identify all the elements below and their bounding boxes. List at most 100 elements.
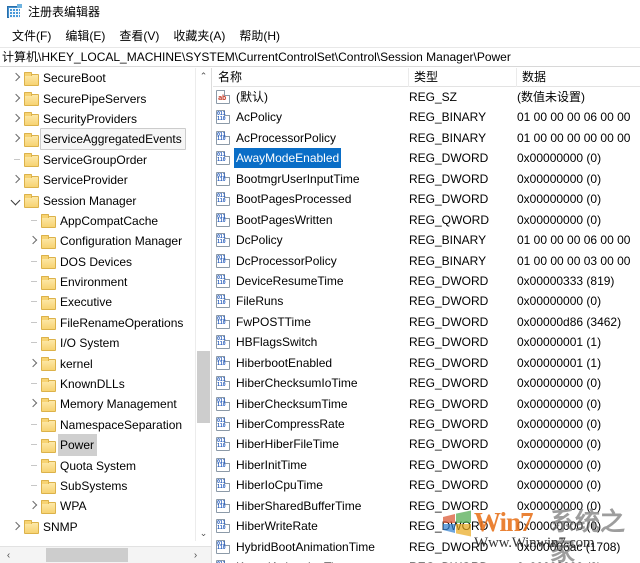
tree-scroll-down-arrow[interactable]: ⌄ — [196, 525, 211, 541]
value-type: REG_DWORD — [409, 151, 489, 166]
table-row[interactable]: ab (默认) REG_SZ (数值未设置) — [213, 87, 640, 107]
folder-icon — [24, 520, 39, 535]
column-header-type[interactable]: 类型 — [409, 68, 517, 87]
menu-help[interactable]: 帮助(H) — [232, 25, 287, 47]
tree-node[interactable]: SecurePipeServers — [0, 88, 196, 108]
tree-horizontal-scroll-thumb[interactable] — [46, 548, 128, 562]
tree-node[interactable]: SecurityProviders — [0, 109, 196, 129]
string-value-icon: ab — [216, 90, 231, 104]
value-type: REG_BINARY — [409, 110, 487, 125]
value-name: HiberbootEnabled — [236, 355, 333, 370]
value-type: REG_DWORD — [409, 557, 488, 563]
tree-node-label: I/O System — [60, 336, 120, 351]
table-row[interactable]: 011 110 HiberbootEnabled REG_DWORD 0x0000000… — [213, 353, 640, 373]
tree-line-icon — [25, 252, 41, 272]
column-header-data[interactable]: 数据 — [517, 68, 640, 87]
column-header-name[interactable]: 名称 — [213, 68, 409, 87]
table-row[interactable]: 011 110 AcPolicy REG_BINARY 01 00 00 00 06 0… — [213, 107, 640, 127]
value-type: REG_DWORD — [409, 478, 489, 493]
folder-icon — [41, 397, 56, 412]
tree-node[interactable]: FileRenameOperations — [0, 313, 196, 333]
chevron-right-icon[interactable] — [25, 496, 41, 516]
tree-node[interactable]: NamespaceSeparation — [0, 415, 196, 435]
tree-vertical-scrollbar[interactable]: ⌃ ⌄ — [195, 68, 210, 541]
chevron-right-icon[interactable] — [8, 170, 24, 190]
chevron-right-icon[interactable] — [8, 68, 24, 88]
table-row[interactable]: 011 110 BootmgrUserInputTime REG_DWORD 0x000… — [213, 169, 640, 189]
tree-node[interactable]: ServiceAggregatedEvents — [0, 128, 196, 151]
chevron-right-icon[interactable] — [8, 89, 24, 109]
binary-value-icon: 011110 — [216, 233, 231, 248]
address-bar[interactable]: 计算机\HKEY_LOCAL_MACHINE\SYSTEM\CurrentCon… — [0, 47, 640, 67]
table-row[interactable]: 011 110 HiberChecksumTime REG_DWORD 0x000000… — [213, 394, 640, 414]
tree-node[interactable]: Session Manager — [0, 190, 196, 210]
chevron-right-icon[interactable] — [25, 394, 41, 414]
value-type: REG_DWORD — [409, 335, 489, 350]
table-row[interactable]: 011 110 HiberSharedBufferTime REG_DWORD 0x00… — [213, 496, 640, 516]
table-row[interactable]: 011 110 HybridBootAnimationTime REG_DWORD 0x… — [213, 537, 640, 557]
tree-node-label: SecurityProviders — [43, 111, 138, 126]
table-row[interactable]: 011 110 HiberHiberFileTime REG_DWORD 0x00000… — [213, 434, 640, 454]
tree-node[interactable]: DOS Devices — [0, 252, 196, 272]
table-row[interactable]: 011 110 HiberChecksumIoTime REG_DWORD 0x0000… — [213, 373, 640, 393]
table-row[interactable]: 011 110 DeviceResumeTime REG_DWORD 0x0000033… — [213, 271, 640, 291]
menu-view[interactable]: 查看(V) — [112, 25, 166, 47]
folder-icon — [41, 234, 56, 249]
tree-node[interactable]: AppCompatCache — [0, 211, 196, 231]
tree-node[interactable]: SubSystems — [0, 476, 196, 496]
registry-values-list[interactable]: ab (默认) REG_SZ (数值未设置) 011 110 AcPolicy REG_BIN… — [213, 87, 640, 563]
chevron-right-icon[interactable] — [25, 231, 41, 251]
tree-scroll-left-arrow[interactable]: ‹ — [0, 547, 17, 563]
binary-value-icon: 011110 — [216, 376, 231, 391]
binary-value-icon: 011110 — [216, 355, 231, 370]
chevron-down-icon[interactable] — [8, 191, 24, 211]
tree-node[interactable]: Environment — [0, 272, 196, 292]
menu-edit[interactable]: 编辑(E) — [58, 25, 112, 47]
tree-node[interactable]: SQMServiceList — [0, 537, 196, 541]
tree-node[interactable]: ServiceProvider — [0, 170, 196, 190]
table-row[interactable]: 011 110 AwayModeEnabled REG_DWORD 0x00000000… — [213, 148, 640, 169]
tree-node[interactable]: Executive — [0, 292, 196, 312]
tree-scroll-up-arrow[interactable]: ⌃ — [196, 68, 211, 84]
value-type: REG_DWORD — [409, 171, 489, 186]
table-row[interactable]: 011 110 FileRuns REG_DWORD 0x00000000 (0) — [213, 291, 640, 311]
tree-node-label: AppCompatCache — [60, 213, 159, 228]
table-row[interactable]: 011 110 AcProcessorPolicy REG_BINARY 01 00 0… — [213, 128, 640, 148]
tree-node[interactable]: Memory Management — [0, 394, 196, 414]
table-row[interactable]: 011 110 HBFlagsSwitch REG_DWORD 0x00000001 (… — [213, 332, 640, 352]
table-row[interactable]: 011 110 BootPagesWritten REG_QWORD 0x0000000… — [213, 210, 640, 230]
tree-node[interactable]: KnownDLLs — [0, 374, 196, 394]
tree-horizontal-scrollbar[interactable]: ‹ › — [0, 546, 211, 563]
chevron-right-icon[interactable] — [8, 517, 24, 537]
value-name: DeviceResumeTime — [236, 273, 344, 288]
tree-node[interactable]: I/O System — [0, 333, 196, 353]
tree-vertical-scroll-thumb[interactable] — [197, 351, 210, 423]
table-row[interactable]: 011 110 HiberInitTime REG_DWORD 0x00000000 (… — [213, 455, 640, 475]
tree-node[interactable]: kernel — [0, 353, 196, 373]
table-row[interactable]: 011 110 HiberCompressRate REG_DWORD 0x000000… — [213, 414, 640, 434]
tree-node[interactable]: Power — [0, 434, 196, 457]
value-type: REG_DWORD — [409, 314, 489, 329]
table-row[interactable]: 011110KernelAnimationTimeREG_DWORD0x0000… — [213, 557, 640, 563]
registry-tree[interactable]: SecureBoot SecurePipeServers SecurityProvi… — [0, 68, 196, 541]
table-row[interactable]: 011 110 FwPOSTTime REG_DWORD 0x00000d86 (346… — [213, 312, 640, 332]
menu-favorites[interactable]: 收藏夹(A) — [166, 25, 232, 47]
chevron-right-icon[interactable] — [8, 109, 24, 129]
table-row[interactable]: 011 110 DcPolicy REG_BINARY 01 00 00 00 06 0… — [213, 230, 640, 250]
tree-node[interactable]: WPA — [0, 496, 196, 516]
tree-node[interactable]: ServiceGroupOrder — [0, 150, 196, 170]
table-row[interactable]: 011 110 HiberIoCpuTime REG_DWORD 0x00000000 … — [213, 475, 640, 495]
table-row[interactable]: 011 110 DcProcessorPolicy REG_BINARY 01 00 0… — [213, 251, 640, 271]
chevron-right-icon[interactable] — [8, 129, 24, 149]
tree-node[interactable]: SecureBoot — [0, 68, 196, 88]
table-row[interactable]: 011 110 HiberWriteRate REG_DWORD 0x00000000 … — [213, 516, 640, 536]
tree-node[interactable]: Configuration Manager — [0, 231, 196, 251]
table-row[interactable]: 011 110 BootPagesProcessed REG_DWORD 0x00000… — [213, 189, 640, 209]
binary-value-icon: 011110 — [216, 130, 231, 145]
tree-scroll-right-arrow[interactable]: › — [187, 547, 204, 563]
tree-node[interactable]: Quota System — [0, 455, 196, 475]
value-type: REG_DWORD — [409, 273, 489, 288]
chevron-right-icon[interactable] — [25, 354, 41, 374]
menu-file[interactable]: 文件(F) — [5, 25, 58, 47]
tree-node[interactable]: SNMP — [0, 517, 196, 537]
